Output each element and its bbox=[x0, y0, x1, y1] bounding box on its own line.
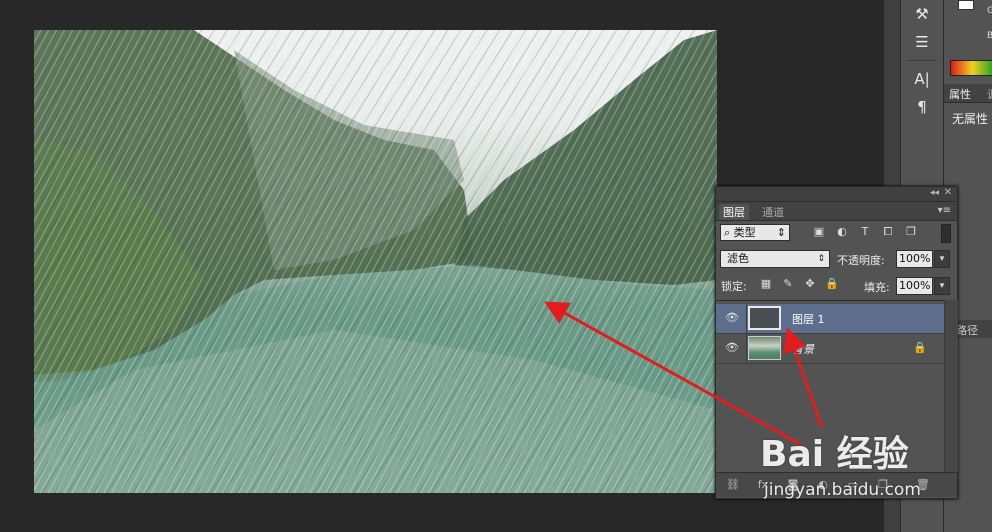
lock-transparency-icon[interactable]: ▦ bbox=[759, 277, 773, 291]
fill-input[interactable]: 100% bbox=[896, 277, 933, 295]
type-filter-icon[interactable]: T bbox=[858, 225, 872, 239]
lock-pixels-icon[interactable]: ✎ bbox=[781, 277, 795, 291]
blend-mode-value: 滤色 bbox=[727, 252, 749, 265]
brush-presets-icon[interactable]: ⚒ bbox=[901, 0, 943, 28]
color-ramp[interactable] bbox=[950, 60, 992, 76]
panel-menu-icon[interactable]: ▾≡ bbox=[938, 205, 951, 216]
blend-mode-select[interactable]: 滤色 ⇕ bbox=[720, 250, 830, 268]
close-icon[interactable]: ✕ bbox=[944, 187, 952, 198]
divider bbox=[907, 60, 937, 61]
lock-row: 锁定: ▦ ✎ ✥ 🔒 填充: 100% ▾ bbox=[716, 273, 957, 299]
opacity-dropdown-icon[interactable]: ▾ bbox=[934, 250, 950, 268]
paragraph-icon[interactable]: ¶ bbox=[901, 93, 943, 121]
opacity-input[interactable]: 100% bbox=[896, 250, 933, 268]
pixel-filter-icon[interactable]: ▣ bbox=[812, 225, 826, 239]
visibility-cell[interactable]: 👁 bbox=[716, 334, 747, 363]
layer-row[interactable]: 👁 背景 🔒 bbox=[716, 334, 944, 364]
opacity-label: 不透明度: bbox=[837, 252, 885, 268]
watermark-url: jingyan.baidu.com bbox=[764, 480, 921, 500]
search-icon: ⌕ bbox=[724, 226, 734, 239]
shape-filter-icon[interactable]: ⧠ bbox=[881, 225, 895, 239]
character-icon[interactable]: A| bbox=[901, 65, 943, 93]
tab-layers[interactable]: 图层 bbox=[719, 204, 749, 220]
color-b-label: B bbox=[987, 31, 992, 41]
collapse-icon[interactable]: ◂◂ bbox=[930, 188, 939, 198]
tab-channels[interactable]: 通道 bbox=[758, 204, 788, 220]
lock-label: 锁定: bbox=[721, 278, 747, 294]
tab-adjustments[interactable]: 调 bbox=[987, 86, 992, 102]
color-swatch[interactable] bbox=[958, 0, 974, 10]
fill-dropdown-icon[interactable]: ▾ bbox=[934, 277, 950, 295]
filter-type-label: 类型 bbox=[734, 226, 756, 239]
link-layers-icon[interactable]: ⛓ bbox=[726, 478, 740, 492]
layers-titlebar[interactable]: ◂◂ ✕ bbox=[716, 187, 957, 202]
eye-icon[interactable]: 👁 bbox=[725, 312, 739, 324]
document-canvas[interactable] bbox=[34, 30, 717, 493]
filter-type-select[interactable]: ⌕ 类型 ⇕ bbox=[720, 224, 790, 241]
rain-overlay bbox=[34, 30, 717, 493]
properties-tabs: 属性 调 bbox=[944, 84, 992, 103]
color-g-label: G bbox=[987, 6, 992, 16]
no-properties-text: 无属性 bbox=[952, 110, 988, 127]
watermark-logo-text: Bai 经验 bbox=[760, 425, 909, 477]
layer-row[interactable]: 👁 图层 1 bbox=[716, 304, 944, 334]
adjustment-filter-icon[interactable]: ◐ bbox=[835, 225, 849, 239]
filter-toggle[interactable] bbox=[941, 224, 951, 243]
baidu-watermark: Bai 经验 jingyan.baidu.com bbox=[760, 425, 950, 515]
filter-row: ⌕ 类型 ⇕ ▣ ◐ T ⧠ ❐ bbox=[716, 220, 957, 246]
fill-label: 填充: bbox=[864, 279, 890, 295]
tab-paths[interactable]: 路径 bbox=[956, 322, 978, 338]
tool-presets-icon[interactable]: ☰ bbox=[901, 28, 943, 56]
tab-properties[interactable]: 属性 bbox=[949, 86, 971, 102]
smart-object-filter-icon[interactable]: ❐ bbox=[904, 225, 918, 239]
layer-thumbnail bbox=[748, 306, 781, 330]
layers-tabs: 图层 通道 ▾≡ bbox=[716, 202, 957, 221]
updown-icon: ⇕ bbox=[777, 225, 786, 240]
layer-name[interactable]: 图层 1 bbox=[792, 311, 825, 327]
layer-thumbnail bbox=[748, 336, 781, 360]
eye-icon[interactable]: 👁 bbox=[725, 342, 739, 354]
lock-icon: 🔒 bbox=[913, 341, 927, 354]
updown-icon: ⇕ bbox=[817, 251, 825, 267]
layer-name[interactable]: 背景 bbox=[792, 341, 814, 357]
visibility-cell[interactable]: 👁 bbox=[716, 304, 747, 333]
lock-all-icon[interactable]: 🔒 bbox=[825, 277, 839, 291]
blend-row: 滤色 ⇕ 不透明度: 100% ▾ bbox=[716, 246, 957, 272]
lock-position-icon[interactable]: ✥ bbox=[803, 277, 817, 291]
